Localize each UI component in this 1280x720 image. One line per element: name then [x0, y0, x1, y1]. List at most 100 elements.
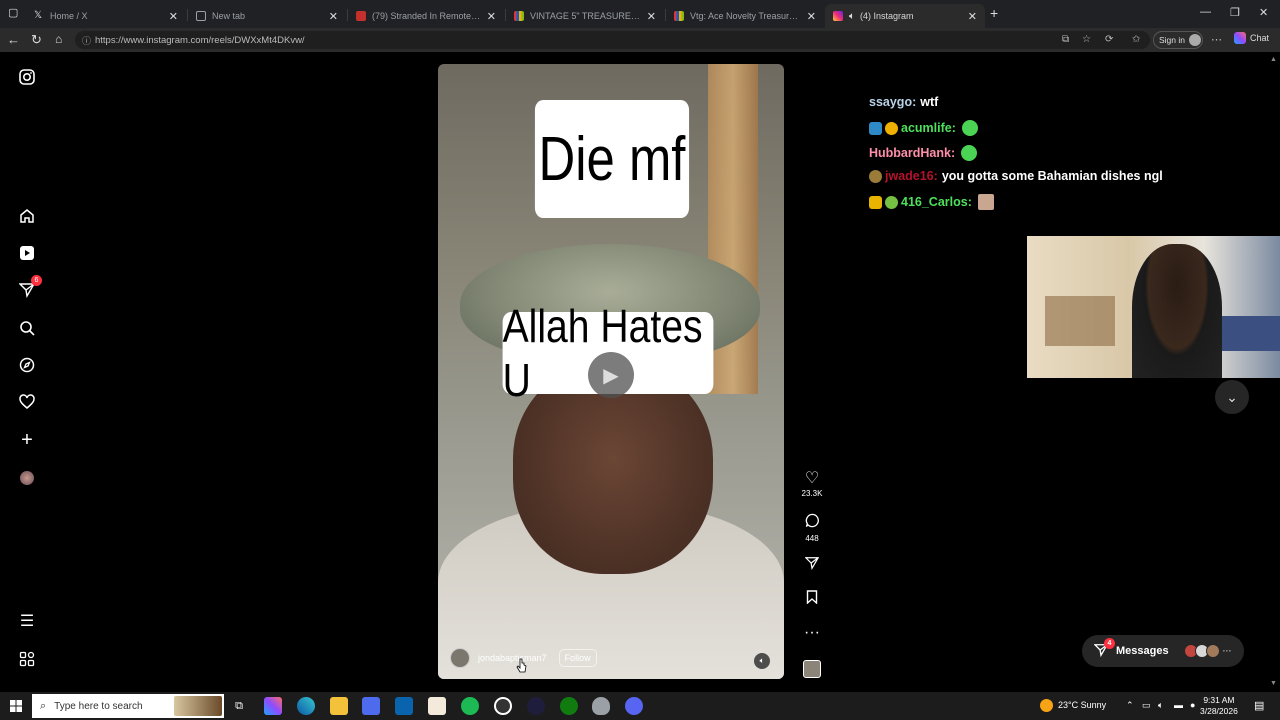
messages-label: Messages	[1116, 645, 1169, 657]
tray-mic-icon[interactable]: ●	[1190, 700, 1195, 710]
mouse-cursor-icon	[516, 658, 528, 679]
close-icon[interactable]: ✕	[329, 10, 338, 23]
more-menu-icon[interactable]: ⋯	[1211, 33, 1222, 46]
share-button[interactable]	[798, 556, 826, 575]
copilot-app-icon[interactable]	[264, 697, 282, 715]
xbox-icon[interactable]	[560, 697, 578, 715]
also-from-meta-icon[interactable]	[16, 648, 38, 670]
like-button[interactable]: ♡ 23.3K	[798, 470, 826, 498]
sign-in-button[interactable]: Sign in	[1153, 31, 1203, 49]
chat-username: 416_Carlos:	[901, 195, 972, 209]
reel-video[interactable]: Die mf Allah Hates U ▶ jondabaptisman7 F…	[438, 64, 784, 679]
play-icon[interactable]: ▶	[588, 352, 634, 398]
close-icon[interactable]: ✕	[968, 10, 977, 23]
emote-icon	[961, 145, 978, 161]
edge-browser-icon[interactable]	[297, 697, 315, 715]
mute-speaker-icon[interactable]: 🔈︎	[754, 653, 770, 669]
notepad-icon[interactable]	[428, 697, 446, 715]
webcam-sofa	[1217, 316, 1280, 351]
webcam-furniture	[1045, 296, 1115, 346]
tab-new-tab[interactable]: New tab ✕	[188, 4, 346, 28]
favorite-star-icon[interactable]: ☆	[1082, 34, 1091, 45]
tray-app-icon[interactable]: ▭	[1142, 700, 1151, 711]
chat-text: wtf	[920, 95, 939, 109]
taskbar-search[interactable]: ⌕ Type here to search	[32, 694, 224, 718]
more-options-button[interactable]: ···	[798, 624, 826, 642]
address-bar[interactable]: ⓘ https://www.instagram.com/reels/DWXxMt…	[75, 31, 1150, 49]
new-tab-button[interactable]: +	[990, 5, 998, 21]
emote-icon	[977, 194, 994, 210]
windows-start-icon[interactable]	[10, 699, 22, 717]
spotify-icon[interactable]	[461, 697, 479, 715]
home-icon[interactable]: ⌂	[55, 32, 62, 46]
weather-sun-icon[interactable]	[1040, 699, 1053, 712]
chat-badge-icon	[885, 121, 898, 135]
tray-network-icon[interactable]: ▬	[1174, 700, 1183, 710]
tab-ebay-troll-1[interactable]: VINTAGE 5" TREASURE TROLL DO ✕	[506, 4, 664, 28]
new-tab-icon	[196, 11, 206, 21]
direct-messages-icon[interactable]: 6	[16, 275, 42, 301]
tab-actions-icon[interactable]: ▢	[8, 6, 18, 19]
speaker-icon[interactable]: 🔈︎	[849, 11, 855, 22]
system-clock[interactable]: 9:31 AM 3/28/2026	[1200, 695, 1238, 717]
next-reel-chevron-down-icon[interactable]: ⌄	[1215, 380, 1249, 414]
app-icon[interactable]	[527, 697, 545, 715]
tab-youtube[interactable]: (79) Stranded In Remote Mountain ✕	[348, 4, 504, 28]
task-view-icon[interactable]: ⧉	[230, 697, 248, 715]
mail-icon[interactable]	[395, 697, 413, 715]
close-icon[interactable]: ✕	[169, 10, 178, 23]
security-shield-icon[interactable]	[592, 697, 610, 715]
save-button[interactable]	[798, 590, 826, 609]
instagram-logo-icon[interactable]	[16, 66, 38, 88]
close-icon[interactable]: ✕	[807, 10, 816, 23]
weather-text[interactable]: 23°C Sunny	[1058, 700, 1106, 710]
notification-center-icon[interactable]: ▤	[1254, 699, 1264, 712]
x-logo-icon: 𝕏	[34, 10, 43, 21]
refresh-icon[interactable]: ↻	[31, 32, 42, 48]
comment-count: 448	[805, 534, 819, 543]
audio-track-thumbnail[interactable]	[803, 660, 821, 678]
heart-notifications-icon[interactable]	[16, 391, 38, 413]
split-screen-icon[interactable]: ⧉	[1062, 34, 1069, 45]
messages-button[interactable]: 4 Messages ···	[1082, 635, 1244, 667]
home-icon[interactable]	[16, 205, 38, 227]
obs-icon[interactable]	[494, 697, 512, 715]
tab-title: New tab	[212, 11, 246, 21]
close-window-icon[interactable]: ✕	[1259, 6, 1268, 19]
follow-button[interactable]: Follow	[558, 649, 597, 667]
scroll-up-arrow-icon[interactable]: ▲	[1270, 56, 1277, 63]
author-username[interactable]: jondabaptisman7	[478, 653, 547, 663]
youtube-icon	[356, 11, 366, 21]
microsoft-store-icon[interactable]	[362, 697, 380, 715]
site-info-icon[interactable]: ⓘ	[82, 34, 91, 47]
clock-date: 3/28/2026	[1200, 706, 1238, 716]
comment-button[interactable]: 448	[798, 513, 826, 543]
chat-message: jwade16: you gotta some Bahamian dishes …	[869, 169, 1163, 183]
close-icon[interactable]: ✕	[647, 10, 656, 23]
author-avatar[interactable]	[450, 648, 470, 668]
tab-ebay-troll-2[interactable]: Vtg: Ace Novelty Treasure Troll Do ✕	[666, 4, 824, 28]
close-icon[interactable]: ✕	[487, 10, 496, 23]
discord-icon[interactable]	[625, 697, 643, 715]
create-plus-icon[interactable]: +	[16, 429, 38, 451]
tray-chevron-icon[interactable]: ⌃	[1126, 700, 1134, 711]
profile-avatar[interactable]	[16, 467, 38, 489]
copilot-chat-button[interactable]: Chat	[1234, 32, 1269, 44]
chat-message: acumlife:	[869, 120, 978, 136]
more-menu-hamburger-icon[interactable]: ☰	[16, 610, 38, 632]
ellipsis-icon: ···	[804, 624, 820, 641]
back-icon[interactable]: ←	[7, 32, 20, 47]
tray-speaker-icon[interactable]: 🔈︎	[1158, 700, 1163, 711]
search-icon[interactable]	[16, 317, 38, 339]
tab-x-home[interactable]: 𝕏 Home / X ✕	[26, 4, 186, 28]
reels-icon[interactable]	[16, 242, 38, 264]
extensions-icon[interactable]: ⟳	[1105, 34, 1113, 45]
tab-instagram[interactable]: 🔈︎ (4) Instagram ✕	[825, 4, 985, 28]
explore-compass-icon[interactable]	[16, 354, 38, 376]
favorites-icon[interactable]: ✩	[1132, 34, 1140, 45]
tab-title: (79) Stranded In Remote Mountain	[372, 11, 481, 21]
restore-icon[interactable]: ❐	[1230, 6, 1240, 19]
scroll-down-arrow-icon[interactable]: ▼	[1270, 680, 1277, 687]
file-explorer-icon[interactable]	[330, 697, 348, 715]
minimize-icon[interactable]: —	[1200, 6, 1211, 18]
